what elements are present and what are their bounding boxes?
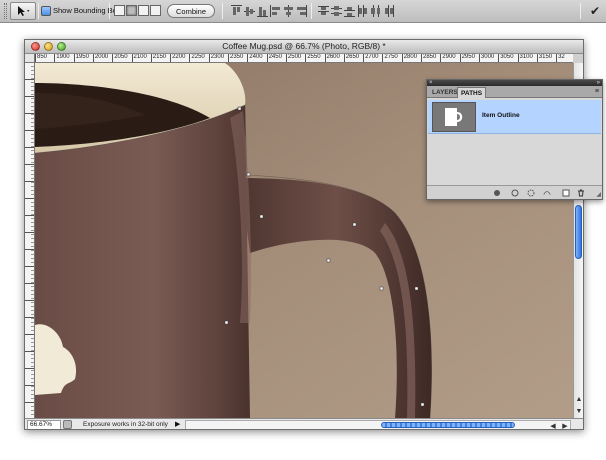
stroke-path-icon[interactable] <box>511 189 519 197</box>
tab-layers[interactable]: LAYERS <box>429 87 461 98</box>
path-thumbnail <box>432 102 476 132</box>
status-text: Exposure works in 32-bit only <box>83 421 168 428</box>
separator <box>109 3 110 19</box>
align-right-edges-icon[interactable] <box>296 5 307 17</box>
ruler-tick-label: 2000 <box>92 54 108 62</box>
combine-button[interactable]: Combine <box>167 4 215 18</box>
zoom-level-field[interactable]: 66.67% <box>27 420 61 429</box>
tool-preset-picker[interactable] <box>10 2 36 20</box>
separator <box>311 3 312 19</box>
ruler-tick-label: 2100 <box>131 54 147 62</box>
scroll-down-arrow-icon[interactable]: ▼ <box>574 407 583 417</box>
ruler-origin[interactable] <box>25 54 35 63</box>
horizontal-scroll-thumb[interactable] <box>381 422 515 428</box>
ruler-tick-label: 2900 <box>440 54 456 62</box>
ruler-tick-label: 2750 <box>382 54 398 62</box>
ruler-tick-label: 1900 <box>54 54 70 62</box>
ruler-tick-label: 2600 <box>324 54 340 62</box>
ruler-tick-label: 2950 <box>459 54 475 62</box>
checkmark-icon[interactable]: ✔ <box>588 4 602 18</box>
ruler-tick-label: 2500 <box>285 54 301 62</box>
ruler-tick-label: 2250 <box>189 54 205 62</box>
exclude-overlapping-areas-icon[interactable] <box>150 5 161 16</box>
ruler-tick-label: 2300 <box>208 54 224 62</box>
separator <box>222 3 223 19</box>
ruler-tick-label: 3000 <box>478 54 494 62</box>
fill-path-icon[interactable] <box>493 189 501 197</box>
ruler-tick-label: 2150 <box>150 54 166 62</box>
panel-footer: ◢ <box>427 185 602 199</box>
status-bar: 66.67% Exposure works in 32-bit only ▶ ◀… <box>25 418 583 429</box>
document-title: Coffee Mug.psd @ 66.7% (Photo, RGB/8) * <box>222 41 386 51</box>
scroll-up-arrow-icon[interactable]: ▲ <box>574 395 583 405</box>
ruler-tick-label: 3150 <box>536 54 552 62</box>
document-titlebar[interactable]: Coffee Mug.psd @ 66.7% (Photo, RGB/8) * <box>25 40 583 54</box>
ruler-tick-label: 2200 <box>170 54 185 62</box>
horizontal-ruler[interactable]: 850 1900 1950 2000 2050 2100 2150 2200 2250 2300 2… <box>35 54 573 63</box>
panel-resize-grip[interactable]: ◢ <box>596 191 601 198</box>
status-info-icon[interactable] <box>63 420 72 429</box>
distribute-bottom-edges-icon[interactable] <box>344 5 355 17</box>
show-bounding-box-checkbox[interactable] <box>41 6 51 16</box>
ruler-tick-label: 2800 <box>401 54 417 62</box>
align-horizontal-centers-icon[interactable] <box>283 5 294 17</box>
show-bounding-box-label: Show Bounding Box <box>53 6 121 15</box>
ruler-tick-label: 3100 <box>517 54 533 62</box>
path-name: Item Outline <box>482 112 520 119</box>
align-bottom-edges-icon[interactable] <box>257 5 268 17</box>
ruler-tick-label: 2550 <box>305 54 321 62</box>
ruler-tick-label: 2700 <box>363 54 378 62</box>
panel-menu-icon[interactable]: ≡ <box>595 87 599 97</box>
panel-tabs: LAYERS PATHS ≡ <box>427 86 602 98</box>
ruler-tick-label: 850 <box>35 54 47 62</box>
vertical-ruler[interactable] <box>25 63 35 418</box>
align-vertical-centers-icon[interactable] <box>244 5 255 17</box>
horizontal-scrollbar[interactable]: ◀ ▶ <box>185 420 571 429</box>
ruler-tick-label: 2050 <box>112 54 128 62</box>
vertical-scroll-thumb[interactable] <box>575 205 582 259</box>
paths-panel: × » LAYERS PATHS ≡ Item Outline ◢ <box>426 79 603 200</box>
add-to-shape-area-icon[interactable] <box>114 5 125 16</box>
ruler-tick-label: 3050 <box>498 54 514 62</box>
scroll-right-arrow-icon[interactable]: ▶ <box>560 422 570 429</box>
ruler-tick-label: 2850 <box>421 54 436 62</box>
distribute-left-edges-icon[interactable] <box>357 5 368 17</box>
align-top-edges-icon[interactable] <box>231 5 242 17</box>
mug-silhouette-icon <box>445 108 463 126</box>
path-item[interactable]: Item Outline <box>428 100 601 134</box>
load-selection-icon[interactable] <box>527 189 535 197</box>
align-left-edges-icon[interactable] <box>270 5 281 17</box>
scroll-left-arrow-icon[interactable]: ◀ <box>548 422 558 429</box>
distribute-vertical-centers-icon[interactable] <box>331 5 342 17</box>
status-menu-arrow-icon[interactable]: ▶ <box>175 420 180 429</box>
separator <box>580 3 581 19</box>
ruler-tick-label: 2650 <box>343 54 359 62</box>
ruler-tick-label: 2350 <box>228 54 243 62</box>
distribute-top-edges-icon[interactable] <box>318 5 329 17</box>
tab-paths[interactable]: PATHS <box>457 87 487 98</box>
options-bar: Show Bounding Box Combine ✔ <box>0 0 606 23</box>
ruler-tick-label: 2450 <box>266 54 282 62</box>
options-bar-grip[interactable] <box>4 3 7 19</box>
path-selection-arrow-icon <box>18 6 30 16</box>
ruler-tick-label: 2400 <box>247 54 263 62</box>
new-path-icon[interactable] <box>562 189 570 197</box>
delete-path-icon[interactable] <box>577 189 585 197</box>
subtract-from-shape-area-icon[interactable] <box>126 5 137 16</box>
separator <box>38 3 39 19</box>
ruler-tick-label: 32 <box>556 54 565 62</box>
intersect-shape-areas-icon[interactable] <box>138 5 149 16</box>
distribute-right-edges-icon[interactable] <box>383 5 394 17</box>
make-work-path-icon[interactable] <box>543 189 551 197</box>
ruler-tick-label: 1950 <box>73 54 89 62</box>
distribute-horizontal-centers-icon[interactable] <box>370 5 381 17</box>
